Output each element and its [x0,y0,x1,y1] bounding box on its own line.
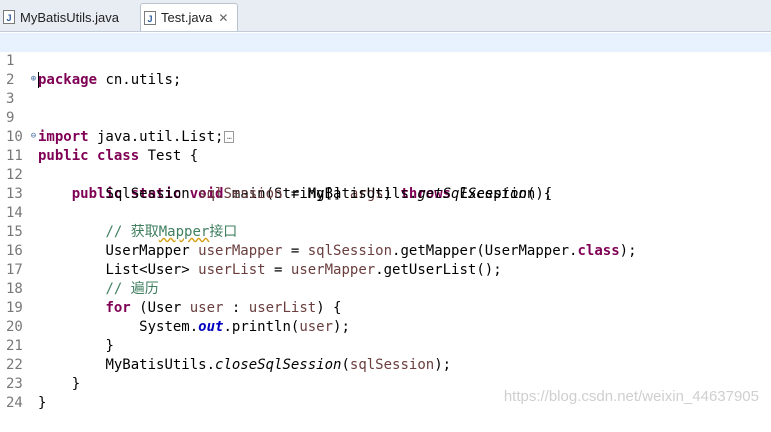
code-line: 13 [0,166,771,202]
collapse-fold-icon[interactable]: ⊖ [29,132,38,141]
code-line: 16 List<User> userList = userMapper.getU… [6,243,502,278]
tab-mybatisutils[interactable]: J MyBatisUtils.java [0,4,137,30]
close-tab-icon[interactable]: ✕ [218,11,228,25]
java-file-icon: J [144,10,156,25]
tab-label: Test.java [161,10,213,25]
code-line: 20 } [6,319,114,354]
expand-fold-icon[interactable]: ⊕ [29,75,38,84]
code-line: 10 public class Test { [6,129,199,164]
code-line: 12 SqlSession sqlSession = MyBatisUtils.… [6,167,553,202]
code-line: 15 UserMapper userMapper = sqlSession.ge… [6,224,637,259]
code-line: 11 ⊖ public static void main(String[] ar… [6,131,553,203]
code-editor[interactable]: 1 package cn.utils; 2 3 ⊕ import java.ut… [0,32,771,413]
code-line: 9 [0,90,771,126]
tab-test[interactable]: J Test.java ✕ [140,3,238,31]
code-line: 22 } [6,357,81,392]
code-line: 17 // 遍历 [6,262,159,297]
editor-tab-bar: J MyBatisUtils.java J Test.java ✕ [0,0,771,32]
code-line: 21 MyBatisUtils.closeSqlSession(sqlSessi… [6,338,452,373]
code-line: 19 System.out.println(user); [6,300,350,335]
code-line: 3 ⊕ import java.util.List;… [0,71,771,145]
tab-label: MyBatisUtils.java [20,9,119,25]
java-file-icon: J [3,10,15,24]
code-line: 14 // 获取Mapper接口 [6,205,238,240]
code-line: 23 } [6,376,47,411]
code-line: 18 for (User user : userList) { [6,281,342,316]
line-number: 24 [6,395,23,411]
code-line: 1 package cn.utils; [0,33,771,88]
watermark: https://blog.csdn.net/weixin_44637905 [503,388,759,405]
code-line: 2 [0,52,771,88]
